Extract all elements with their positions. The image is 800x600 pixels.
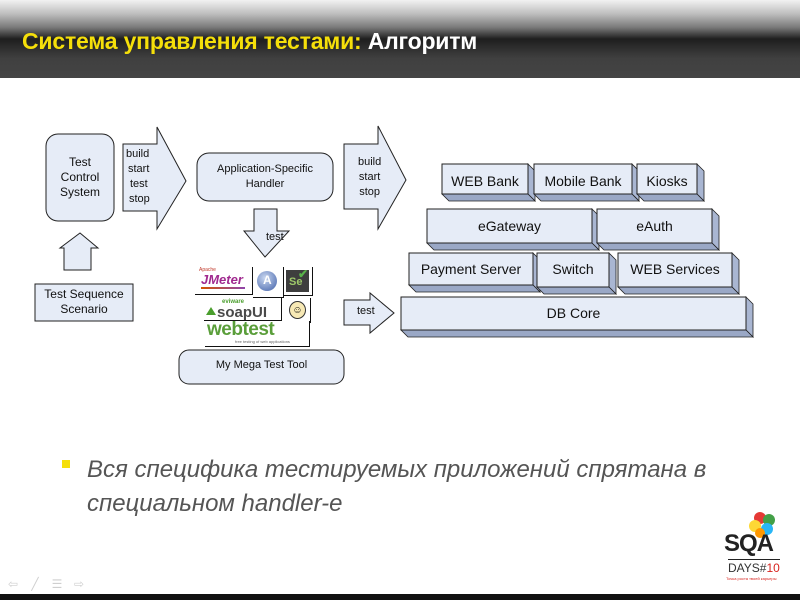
- arrow2-line: build: [358, 156, 382, 168]
- architecture-diagram: Test Control System build start test sto…: [0, 78, 800, 438]
- block-db-core: DB Core: [546, 305, 601, 321]
- down-arrow-label: test: [266, 231, 284, 243]
- title-highlight: Система управления тестами:: [22, 28, 362, 54]
- webtest-text: webtest: [207, 319, 275, 340]
- block-egateway: eGateway: [477, 218, 542, 234]
- tcs-line: System: [59, 185, 100, 199]
- my-tool-label: My Mega Test Tool: [215, 359, 308, 371]
- soapui-logo: eviware soapUI: [204, 298, 282, 321]
- title-rest: Алгоритм: [367, 28, 478, 54]
- menu-icon[interactable]: ☰: [50, 577, 64, 591]
- handler-label: Application-Specific Handler: [197, 162, 333, 192]
- ts-line: Scenario: [60, 302, 108, 316]
- arrow1-line: test: [130, 178, 148, 190]
- tcs-line: Control: [60, 170, 100, 184]
- days-label: DAYS#: [728, 561, 767, 575]
- block-payment-server: Payment Server: [420, 261, 522, 277]
- arrow2-line: stop: [359, 186, 381, 198]
- handler-line: Handler: [245, 178, 285, 190]
- sahi-logo: ☺: [286, 298, 311, 323]
- arrow2-label: build start stop: [358, 155, 381, 200]
- bullet-marker: [62, 460, 70, 468]
- tcs-line: Test: [68, 155, 91, 169]
- days-number: 10: [766, 561, 780, 575]
- slide-header: Система управления тестами: Алгоритм: [0, 0, 800, 78]
- sqa-text: SQA: [724, 530, 774, 557]
- pen-icon[interactable]: ╱: [28, 577, 42, 591]
- jmeter-logo: Apache JMeter: [195, 267, 253, 295]
- slide-title: Система управления тестами: Алгоритм: [22, 28, 477, 55]
- block-switch: Switch: [552, 261, 594, 277]
- block-mobile-bank: Mobile Bank: [544, 173, 622, 189]
- arrow3-label: test: [357, 305, 375, 317]
- arrow1-label: build start test stop: [123, 147, 188, 207]
- block-kiosks: Kiosks: [646, 173, 688, 189]
- next-arrow-icon[interactable]: ⇨: [72, 577, 86, 591]
- block-eauth: eAuth: [636, 218, 673, 234]
- test-control-system-label: Test Control System: [46, 155, 114, 200]
- prev-arrow-icon[interactable]: ⇦: [6, 577, 20, 591]
- test-sequence-label: Test Sequence Scenario: [35, 287, 133, 317]
- arrow-up: [58, 232, 100, 271]
- days-text: DAYS#10: [728, 559, 780, 575]
- arrow1-line: stop: [129, 193, 150, 205]
- bullet-text: Вся специфика тестируемых приложений спр…: [87, 456, 707, 517]
- arrow1-line: start: [128, 163, 150, 175]
- selenium-logo: Se ✔: [284, 267, 313, 296]
- bottom-bar: [0, 594, 800, 600]
- block-web-bank: WEB Bank: [451, 173, 519, 189]
- ts-line: Test Sequence: [44, 287, 124, 301]
- arrow1-line: build: [126, 148, 150, 160]
- sqa-days-logo: SQA DAYS#10 Точка роста твоей карьеры: [722, 510, 792, 585]
- webtest-logo: webtest free testing of web applications: [205, 319, 310, 347]
- jmeter-text: JMeter: [201, 272, 243, 287]
- webtest-tagline: free testing of web applications: [235, 339, 290, 344]
- arrow2-line: start: [358, 171, 381, 183]
- diagram-shapes: [34, 125, 754, 385]
- slide-navigation: ⇦ ╱ ☰ ⇨: [6, 577, 86, 591]
- logo-tagline: Точка роста твоей карьеры: [726, 576, 777, 581]
- block-web-services: WEB Services: [630, 261, 720, 277]
- handler-line: Application-Specific: [217, 163, 313, 175]
- autoit-logo: A: [253, 267, 284, 298]
